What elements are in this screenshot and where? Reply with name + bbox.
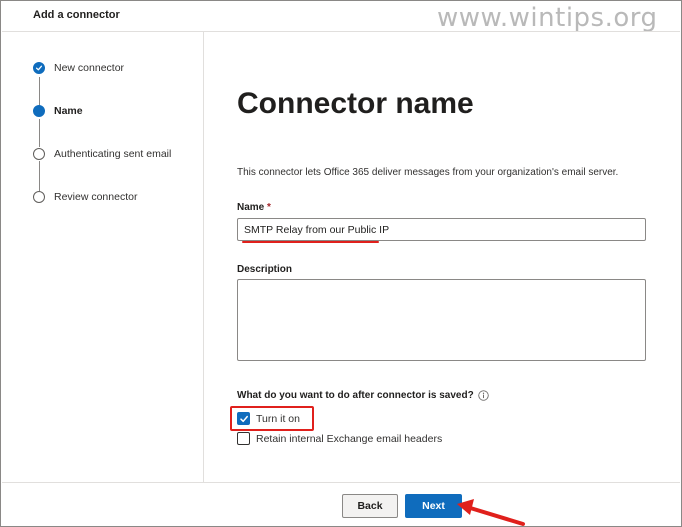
step-name[interactable]: Name [33, 105, 83, 117]
back-button[interactable]: Back [342, 494, 398, 518]
name-field-label: Name * [237, 202, 271, 213]
step-label: Authenticating sent email [54, 148, 172, 160]
step-connector-line [38, 119, 40, 147]
annotation-highlight-box [230, 406, 314, 431]
step-label: New connector [54, 62, 125, 74]
required-mark: * [267, 202, 271, 213]
description-field-label: Description [237, 264, 293, 275]
step-review-connector[interactable]: Review connector [33, 191, 137, 203]
description-textarea[interactable] [237, 279, 646, 361]
pending-step-icon [33, 191, 45, 203]
pending-step-icon [33, 148, 45, 160]
connector-dialog: Add a connector www.wintips.org New conn… [0, 0, 682, 527]
after-save-question: What do you want to do after connector i… [237, 390, 489, 401]
footer-divider [2, 482, 680, 483]
checkmark-icon [33, 62, 45, 74]
step-authenticating-sent-email[interactable]: Authenticating sent email [33, 148, 171, 160]
wizard-stepper: New connector Name Authenticating sent e… [1, 32, 204, 482]
step-connector-line [38, 161, 40, 191]
info-icon[interactable] [478, 390, 489, 401]
step-label: Name [54, 105, 83, 117]
step-new-connector[interactable]: New connector [33, 62, 124, 74]
step-connector-line [38, 77, 40, 108]
page-title: Connector name [237, 87, 474, 120]
dialog-title: Add a connector [33, 9, 120, 21]
watermark: www.wintips.org [437, 3, 658, 33]
retain-headers-label: Retain internal Exchange email headers [256, 432, 443, 445]
after-save-question-text: What do you want to do after connector i… [237, 390, 474, 401]
name-input[interactable] [237, 218, 646, 241]
step-label: Review connector [54, 191, 138, 203]
retain-headers-option[interactable]: Retain internal Exchange email headers [237, 432, 442, 445]
annotation-underline [242, 241, 379, 243]
name-label-text: Name [237, 202, 265, 213]
page-description: This connector lets Office 365 deliver m… [237, 167, 619, 178]
retain-headers-checkbox[interactable] [237, 432, 250, 445]
annotation-arrow-icon [457, 499, 525, 526]
current-step-icon [33, 105, 45, 117]
